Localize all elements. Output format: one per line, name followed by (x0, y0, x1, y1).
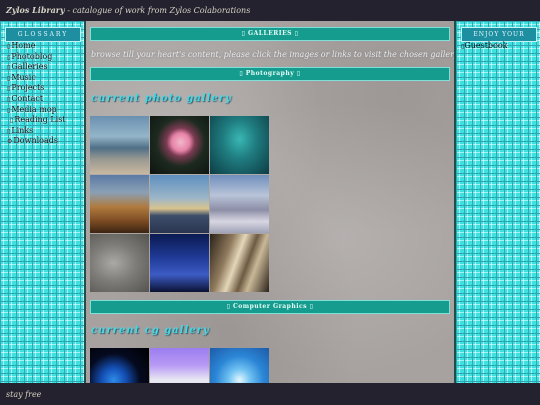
photo-thumbnail[interactable] (210, 116, 269, 174)
nav-item-home[interactable]: ▯Home (7, 41, 66, 52)
glossary-heading: GLOSSARY (5, 27, 81, 42)
photo-thumbnail[interactable] (210, 175, 269, 233)
nav-item-music[interactable]: ▯Music (7, 73, 66, 84)
photo-thumbnail[interactable] (150, 175, 209, 233)
nav-item-galleries[interactable]: ▯Galleries (7, 62, 66, 73)
photography-heading[interactable]: ▯ Photography ▯ (90, 67, 450, 81)
nav-item-reading-list[interactable]: ▯Reading List (7, 115, 66, 126)
bullet-icon: ▯ (7, 74, 11, 82)
status-bar: stay free (0, 383, 540, 405)
bullet-icon: ▯ (7, 43, 11, 50)
photo-thumbnail[interactable] (150, 116, 209, 174)
bullet-icon: ▯ (7, 64, 11, 72)
bullet-icon: ▯ (7, 127, 11, 135)
footer-text: stay free (6, 390, 42, 399)
photo-thumbnail[interactable] (90, 116, 149, 174)
photo-thumbnail[interactable] (90, 175, 149, 233)
main-content: ▯ GALLERIES ▯ browse till your heart's c… (86, 21, 454, 383)
photo-thumbnail[interactable] (150, 234, 209, 292)
cg-thumbnail[interactable] (150, 348, 209, 383)
computer-graphics-heading[interactable]: ▯ Computer Graphics ▯ (90, 300, 450, 314)
title-bar: Zylos Library - catalogue of work from Z… (0, 0, 540, 21)
bullet-icon: ▯ (7, 95, 11, 103)
photo-gallery-link[interactable]: current photo gallery (91, 93, 232, 104)
nav-item-media-mop[interactable]: ▯Media mop (7, 105, 66, 116)
bullet-icon: ▯ (7, 106, 11, 114)
guestbook-link[interactable]: ▯Guestbook (461, 41, 508, 50)
nav-item-downloads[interactable]: ⚙Downloads (7, 136, 66, 147)
glossary-nav: ▯Home ▯Photoblog ▯Galleries ▯Music ▯Proj… (7, 41, 66, 147)
cg-thumbnail[interactable] (210, 348, 269, 383)
photo-gallery-grid (90, 116, 269, 292)
photo-thumbnail[interactable] (90, 234, 149, 292)
cg-gallery-link[interactable]: current cg gallery (91, 325, 210, 336)
cg-thumbnail[interactable] (90, 348, 149, 383)
galleries-heading: ▯ GALLERIES ▯ (90, 27, 450, 41)
bullet-icon: ▯ (7, 53, 11, 61)
nav-item-photoblog[interactable]: ▯Photoblog (7, 52, 66, 63)
nav-item-contact[interactable]: ▯Contact (7, 94, 66, 105)
cg-gallery-grid (90, 348, 269, 383)
intro-text: browse till your heart's content, please… (91, 50, 454, 59)
nav-item-projects[interactable]: ▯Projects (7, 83, 66, 94)
right-sidebar (456, 21, 540, 383)
bullet-icon: ▯ (7, 85, 11, 93)
nav-item-links[interactable]: ▯Links (7, 126, 66, 137)
photo-thumbnail[interactable] (210, 234, 269, 292)
gear-icon: ⚙ (7, 138, 13, 146)
bullet-icon: ▯ (10, 117, 14, 125)
page-title: Zylos Library - catalogue of work from Z… (6, 5, 251, 15)
enjoy-heading: ENJOY YOUR STAY (461, 27, 537, 51)
